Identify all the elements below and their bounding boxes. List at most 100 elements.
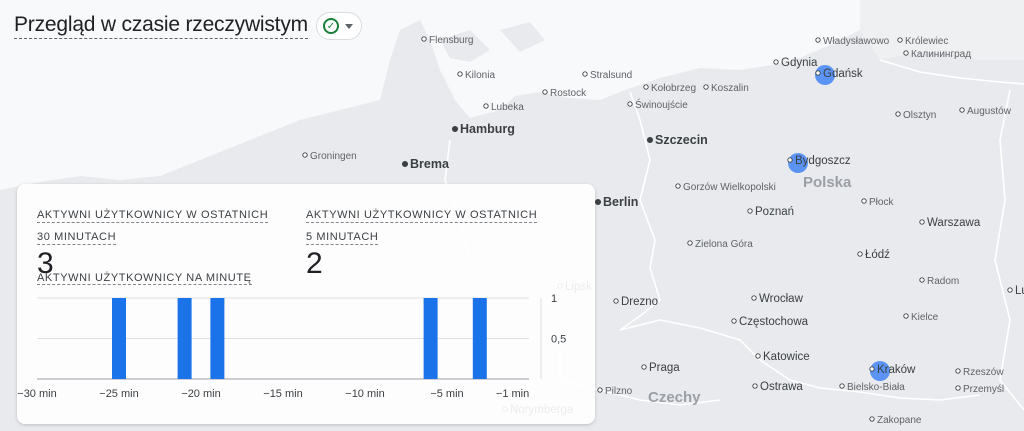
svg-text:Olsztyn: Olsztyn	[903, 110, 936, 121]
city-zielona-góra: Zielona Góra	[687, 239, 753, 250]
svg-text:Przemyśl: Przemyśl	[963, 384, 1004, 395]
city-hamburg: Hamburg	[451, 122, 515, 136]
svg-text:Gdańsk: Gdańsk	[823, 68, 863, 80]
svg-text:Zakopane: Zakopane	[877, 415, 922, 426]
city-drezno: Drezno	[613, 296, 658, 308]
city-bydgoszcz: Bydgoszcz	[787, 155, 851, 167]
city-zakopane: Zakopane	[869, 415, 922, 426]
chevron-down-icon	[344, 23, 353, 29]
city-rostock: Rostock	[542, 88, 587, 99]
city-władysławowo: Władysławowo	[815, 36, 890, 47]
svg-text:Brema: Brema	[410, 157, 450, 171]
city-bielsko-biała: Bielsko-Biała	[839, 382, 905, 393]
svg-text:Kraków: Kraków	[877, 364, 916, 376]
svg-text:Kielce: Kielce	[911, 312, 939, 323]
svg-text:Radom: Radom	[927, 276, 959, 287]
realtime-card: AKTYWNI UŻYTKOWNICY W OSTATNICH 30 MINUT…	[17, 184, 595, 424]
check-circle-icon: ✓	[322, 18, 339, 34]
svg-text:Zielona Góra: Zielona Góra	[695, 239, 753, 250]
svg-text:Bydgoszcz: Bydgoszcz	[795, 155, 851, 167]
metric-5-label-line1: AKTYWNI UŻYTKOWNICY W OSTATNICH	[306, 209, 538, 223]
svg-text:Częstochowa: Częstochowa	[739, 316, 809, 328]
x-tick-label: −5 min	[430, 388, 463, 400]
svg-text:Rostock: Rostock	[550, 88, 587, 99]
svg-text:Poznań: Poznań	[755, 206, 794, 218]
x-tick-label: −20 min	[181, 388, 220, 400]
city-poznań: Poznań	[747, 206, 794, 218]
city-brema: Brema	[401, 157, 450, 171]
city-kołobrzeg: Kołobrzeg	[643, 83, 696, 94]
city-warszawa: Warszawa	[919, 217, 981, 229]
svg-text:Katowice: Katowice	[763, 351, 810, 363]
city-ostrawa: Ostrawa	[752, 381, 803, 393]
page-title: Przegląd w czasie rzeczywistym	[14, 13, 308, 39]
city-świnoujście: Świnoujście	[627, 98, 688, 111]
country-label-polska: Polska	[803, 174, 852, 191]
svg-text:Królewiec: Królewiec	[905, 36, 948, 47]
city-częstochowa: Częstochowa	[731, 316, 809, 328]
page-header: Przegląd w czasie rzeczywistym ✓	[14, 12, 362, 40]
svg-text:Władysławowo: Władysławowo	[823, 36, 890, 47]
metric-5-label[interactable]: AKTYWNI UŻYTKOWNICY W OSTATNICH 5 MINUTA…	[306, 204, 538, 248]
bar	[472, 298, 487, 379]
x-tick-label: −10 min	[345, 388, 384, 400]
city-groningen: Groningen	[302, 151, 357, 162]
svg-text:Szczecin: Szczecin	[655, 133, 708, 147]
bar	[177, 298, 192, 379]
city-augustów: Augustów	[959, 106, 1012, 117]
city-gorzów-wielkopolski: Gorzów Wielkopolski	[675, 182, 776, 193]
bar	[210, 298, 225, 379]
svg-text:Łódź: Łódź	[865, 249, 890, 261]
city-flensburg: Flensburg	[421, 35, 473, 46]
svg-text:Warszawa: Warszawa	[927, 217, 981, 229]
city--: Калининград	[903, 49, 971, 60]
svg-text:Praga: Praga	[649, 362, 680, 374]
metric-30-label-line2: 30 MINUTACH	[37, 231, 117, 245]
metric-5-minutes: AKTYWNI UŻYTKOWNICY W OSTATNICH 5 MINUTA…	[306, 204, 538, 280]
status-dropdown[interactable]: ✓	[315, 12, 362, 40]
svg-text:Rzeszów: Rzeszów	[963, 367, 1004, 378]
x-tick-label: −30 min	[17, 388, 56, 400]
svg-text:Калининград: Калининград	[911, 49, 971, 60]
svg-text:Wrocław: Wrocław	[759, 293, 804, 305]
x-tick-label: −15 min	[263, 388, 302, 400]
svg-text:Gorzów Wielkopolski: Gorzów Wielkopolski	[683, 182, 776, 193]
city-przemyśl: Przemyśl	[955, 384, 1004, 395]
svg-text:Gdynia: Gdynia	[781, 57, 818, 69]
per-minute-bar-chart[interactable]: −30 min −25 min −20 min −15 min −10 min −5 mi…	[17, 292, 595, 424]
svg-text:Kilonia: Kilonia	[465, 70, 495, 81]
metric-30-label[interactable]: AKTYWNI UŻYTKOWNICY W OSTATNICH 30 MINUT…	[37, 204, 269, 248]
x-tick-label: −1 min	[496, 388, 529, 400]
per-minute-label-text: AKTYWNI UŻYTKOWNICY NA MINUTĘ	[37, 272, 252, 285]
svg-text:Groningen: Groningen	[310, 151, 357, 162]
svg-text:Koszalin: Koszalin	[711, 83, 749, 94]
bar	[423, 298, 438, 379]
city-gdańsk: Gdańsk	[815, 68, 863, 80]
svg-text:Płock: Płock	[869, 197, 894, 208]
svg-text:Świnoujście: Świnoujście	[635, 98, 688, 111]
svg-text:Ostrawa: Ostrawa	[760, 381, 803, 393]
city-rzeszów: Rzeszów	[955, 367, 1004, 378]
svg-text:Pilzno: Pilzno	[605, 386, 633, 397]
svg-text:Lubeka: Lubeka	[491, 102, 524, 113]
svg-text:Drezno: Drezno	[621, 296, 658, 308]
metric-5-label-line2: 5 MINUTACH	[306, 231, 379, 245]
svg-text:Hamburg: Hamburg	[460, 122, 515, 136]
metric-30-minutes: AKTYWNI UŻYTKOWNICY W OSTATNICH 30 MINUT…	[37, 204, 269, 280]
y-tick-label: 1	[551, 293, 557, 305]
svg-text:Flensburg: Flensburg	[429, 35, 473, 46]
city-katowice: Katowice	[755, 351, 810, 363]
metric-30-label-line1: AKTYWNI UŻYTKOWNICY W OSTATNICH	[37, 209, 269, 223]
city-koszalin: Koszalin	[703, 83, 749, 94]
svg-text:Augustów: Augustów	[967, 106, 1012, 117]
city-gdynia: Gdynia	[773, 57, 818, 69]
city-szczecin: Szczecin	[646, 133, 708, 147]
metric-5-value: 2	[306, 247, 323, 280]
city-stralsund: Stralsund	[582, 70, 632, 81]
per-minute-label[interactable]: AKTYWNI UŻYTKOWNICY NA MINUTĘ	[37, 272, 252, 285]
country-label-czechy: Czechy	[648, 389, 701, 406]
svg-text:Lublin: Lublin	[1015, 285, 1024, 297]
city-kraków: Kraków	[869, 364, 916, 376]
svg-text:Berlin: Berlin	[603, 195, 638, 209]
y-tick-label: 0,5	[551, 334, 566, 346]
